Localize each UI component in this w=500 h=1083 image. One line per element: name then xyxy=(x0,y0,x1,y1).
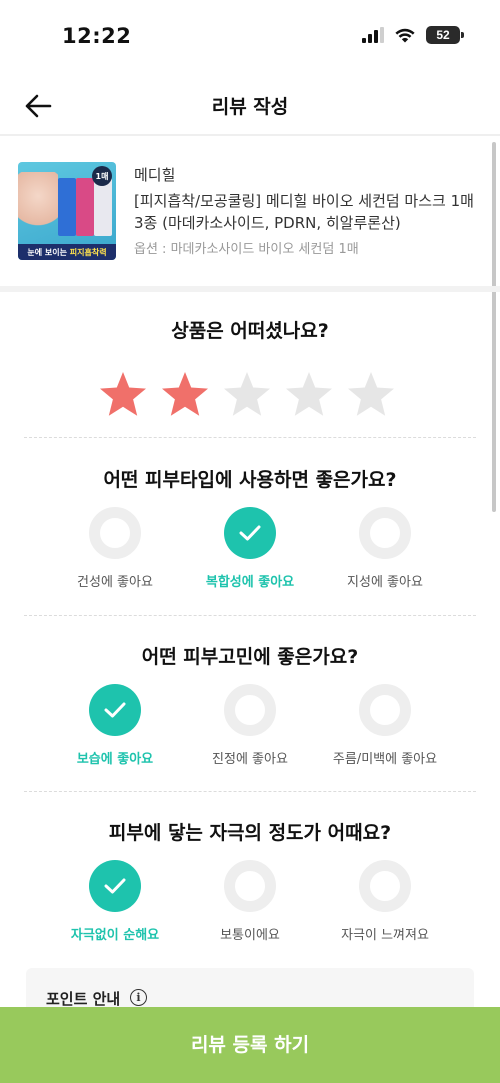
skin-type-options: 건성에 좋아요 복합성에 좋아요 지성에 좋아요 xyxy=(48,507,452,590)
skin-type-question: 어떤 피부타입에 사용하면 좋은가요? xyxy=(103,469,397,491)
option-label: 진정에 좋아요 xyxy=(212,752,288,767)
product-name: [피지흡착/모공쿨링] 메디힐 바이오 세컨덤 마스크 1매 3종 (마데카소사… xyxy=(134,192,474,232)
option-label: 주름/미백에 좋아요 xyxy=(332,752,438,767)
radio-empty-icon xyxy=(224,860,276,912)
option-label: 복합성에 좋아요 xyxy=(205,575,295,590)
option-label: 보통이에요 xyxy=(220,928,280,943)
check-icon xyxy=(89,860,141,912)
radio-empty-icon xyxy=(224,684,276,736)
option-irritation-0[interactable]: 자극없이 순해요 xyxy=(48,860,182,943)
option-irritation-2[interactable]: 자극이 느껴져요 xyxy=(318,860,452,943)
radio-empty-icon xyxy=(359,684,411,736)
status-bar: 12:22 52 xyxy=(0,0,500,76)
star-icon[interactable] xyxy=(284,370,334,420)
status-time: 12:22 xyxy=(62,24,132,48)
option-skin-concern-1[interactable]: 진정에 좋아요 xyxy=(183,684,317,767)
product-thumbnail: 1매 눈에 보이는 피지흡착력 xyxy=(18,162,116,260)
thumb-badge: 1매 xyxy=(92,166,112,186)
option-irritation-1[interactable]: 보통이에요 xyxy=(183,860,317,943)
star-icon[interactable] xyxy=(346,370,396,420)
star-rating[interactable] xyxy=(98,370,396,420)
app-header: 리뷰 작성 xyxy=(0,76,500,134)
star-icon[interactable] xyxy=(98,370,148,420)
check-icon xyxy=(224,507,276,559)
battery-icon: 52 xyxy=(426,26,464,44)
radio-empty-icon xyxy=(89,507,141,559)
rating-question: 상품은 어떠셨나요? xyxy=(171,320,329,342)
option-label: 자극이 느껴져요 xyxy=(341,928,429,943)
divider xyxy=(24,791,476,792)
option-label: 지성에 좋아요 xyxy=(347,575,423,590)
status-icons: 52 xyxy=(362,26,464,44)
option-skin-type-0[interactable]: 건성에 좋아요 xyxy=(48,507,182,590)
skin-concern-question: 어떤 피부고민에 좋은가요? xyxy=(141,646,359,668)
star-icon[interactable] xyxy=(222,370,272,420)
page-title: 리뷰 작성 xyxy=(211,96,289,118)
product-card: 1매 눈에 보이는 피지흡착력 메디힐 [피지흡착/모공쿨링] 메디힐 바이오 … xyxy=(0,136,500,286)
radio-empty-icon xyxy=(359,507,411,559)
submit-review-button[interactable]: 리뷰 등록 하기 xyxy=(0,1007,500,1083)
option-label: 자극없이 순해요 xyxy=(70,928,160,943)
thumb-banner: 눈에 보이는 피지흡착력 xyxy=(18,244,116,260)
signal-icon xyxy=(362,27,384,43)
info-icon[interactable]: i xyxy=(130,989,147,1006)
irritation-question: 피부에 닿는 자극의 정도가 어때요? xyxy=(108,822,392,844)
product-brand: 메디힐 xyxy=(134,166,176,184)
skin-concern-options: 보습에 좋아요 진정에 좋아요 주름/미백에 좋아요 xyxy=(48,684,452,767)
point-info-title: 포인트 안내 xyxy=(46,990,121,1008)
irritation-options: 자극없이 순해요 보통이에요 자극이 느껴져요 xyxy=(48,860,452,943)
option-label: 보습에 좋아요 xyxy=(76,752,154,767)
option-skin-concern-0[interactable]: 보습에 좋아요 xyxy=(48,684,182,767)
divider xyxy=(24,615,476,616)
divider xyxy=(24,437,476,438)
option-skin-type-1[interactable]: 복합성에 좋아요 xyxy=(183,507,317,590)
star-icon[interactable] xyxy=(160,370,210,420)
option-skin-type-2[interactable]: 지성에 좋아요 xyxy=(318,507,452,590)
battery-level: 52 xyxy=(436,28,450,42)
submit-review-label: 리뷰 등록 하기 xyxy=(190,1033,310,1056)
radio-empty-icon xyxy=(359,860,411,912)
section-divider xyxy=(0,286,500,292)
product-option: 옵션 : 마데카소사이드 바이오 세컨덤 1매 xyxy=(134,242,359,257)
wifi-icon xyxy=(395,28,415,43)
option-skin-concern-2[interactable]: 주름/미백에 좋아요 xyxy=(318,684,452,767)
option-label: 건성에 좋아요 xyxy=(77,575,153,590)
check-icon xyxy=(89,684,141,736)
